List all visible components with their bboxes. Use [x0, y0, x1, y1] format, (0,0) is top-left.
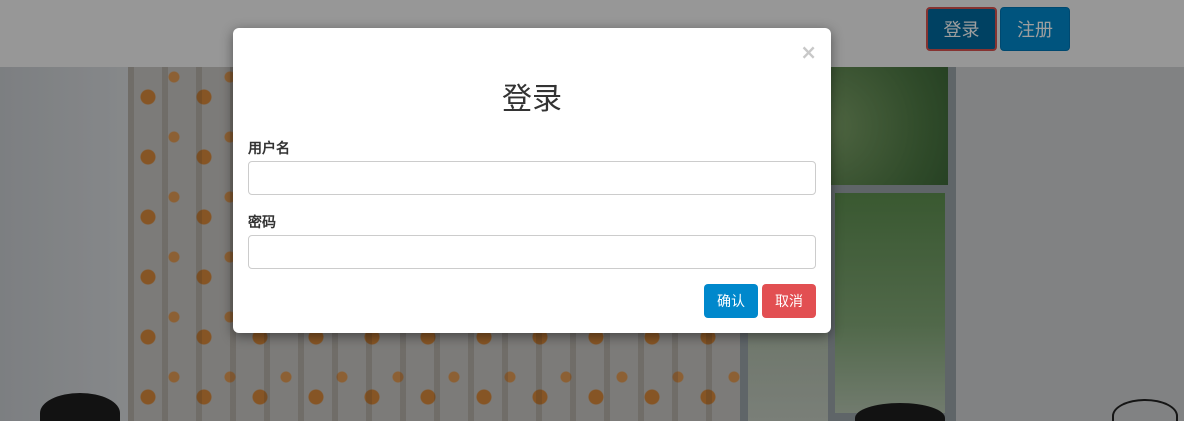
- username-input[interactable]: [248, 161, 816, 195]
- modal-title: 登录: [502, 82, 562, 117]
- password-label: 密码: [248, 215, 276, 231]
- cancel-button[interactable]: 取消: [762, 284, 816, 318]
- close-icon[interactable]: ×: [800, 42, 817, 62]
- password-input[interactable]: [248, 235, 816, 269]
- login-modal: × 登录 用户名 密码 确认 取消: [233, 28, 831, 333]
- username-label: 用户名: [248, 141, 290, 157]
- confirm-button[interactable]: 确认: [704, 284, 758, 318]
